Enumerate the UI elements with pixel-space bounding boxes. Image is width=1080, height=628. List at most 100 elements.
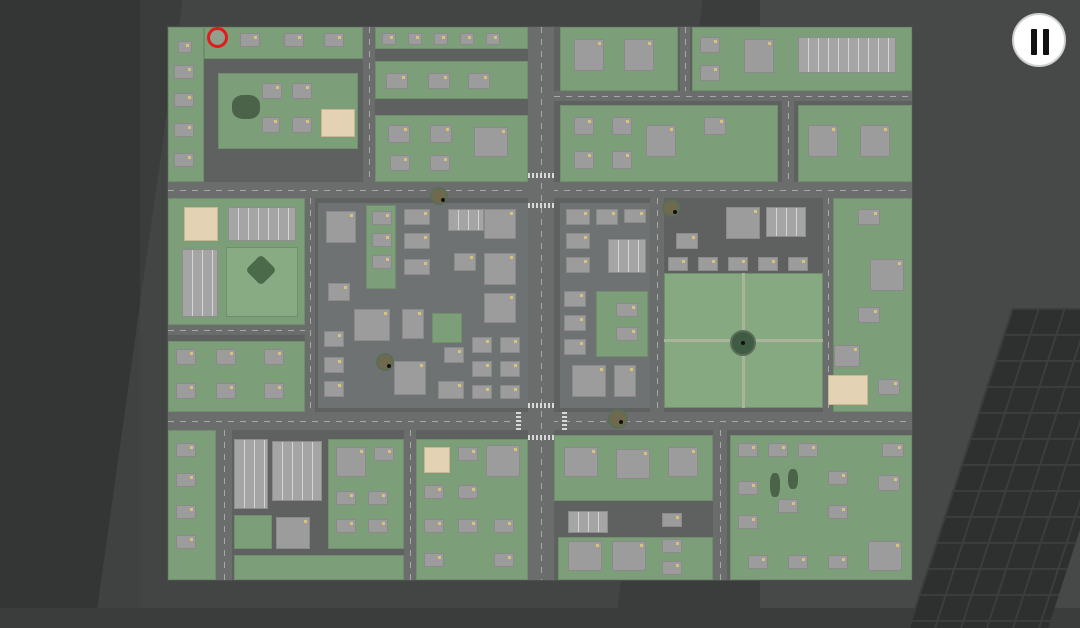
city-map[interactable]: [168, 27, 912, 580]
building: [858, 307, 880, 323]
building: [564, 315, 586, 331]
building: [424, 485, 444, 499]
building: [828, 505, 848, 519]
roundabout: [376, 353, 394, 371]
tree: [788, 469, 798, 489]
building: [484, 293, 516, 323]
building: [486, 445, 520, 477]
building: [284, 33, 304, 47]
road-vertical-east: [650, 198, 664, 412]
building: [882, 443, 904, 457]
building: [444, 347, 464, 363]
building: [878, 379, 900, 395]
building: [612, 151, 632, 169]
building: [176, 473, 196, 487]
building: [668, 447, 698, 477]
building: [868, 541, 902, 571]
player-location-marker[interactable]: [207, 27, 228, 48]
building: [324, 357, 344, 373]
road-vertical-north-1: [363, 27, 375, 182]
building: [324, 33, 344, 47]
building: [662, 561, 682, 575]
building: [424, 519, 444, 533]
building: [368, 519, 388, 533]
building: [738, 481, 758, 495]
building: [176, 349, 196, 365]
building: [178, 41, 192, 53]
building: [388, 125, 410, 143]
building: [372, 233, 392, 247]
building: [748, 555, 768, 569]
building: [566, 257, 590, 273]
building: [402, 309, 424, 339]
parking-lot: [568, 511, 608, 533]
building: [500, 337, 520, 353]
pause-button[interactable]: [1012, 13, 1066, 67]
building: [176, 383, 196, 399]
building: [574, 39, 604, 71]
parking-lot: [798, 37, 896, 73]
building: [372, 255, 392, 269]
building: [484, 253, 516, 285]
building: [454, 253, 476, 271]
building: [458, 447, 478, 461]
building: [176, 535, 196, 549]
building: [778, 499, 798, 513]
building: [662, 539, 682, 553]
building: [624, 209, 646, 223]
building: [394, 361, 426, 395]
building: [428, 73, 450, 89]
city-block: [234, 555, 404, 580]
building: [744, 39, 774, 73]
building: [574, 117, 594, 135]
road-vertical-north-3: [782, 101, 794, 182]
building: [698, 257, 718, 271]
building: [616, 449, 650, 479]
road-vertical-main: [528, 27, 554, 580]
sand-lot: [184, 207, 218, 241]
crosswalk: [528, 203, 554, 208]
crosswalk: [528, 403, 554, 408]
building: [174, 123, 194, 137]
building: [174, 65, 194, 79]
building: [336, 447, 366, 477]
sand-lot: [321, 109, 355, 137]
building: [564, 447, 598, 477]
parking-lot: [228, 207, 296, 241]
building: [860, 125, 890, 157]
building: [564, 339, 586, 355]
city-block: [375, 27, 528, 49]
building: [434, 33, 448, 45]
roundabout: [608, 409, 628, 429]
roundabout: [430, 187, 448, 205]
building: [424, 553, 444, 567]
building: [174, 93, 194, 107]
parking-lot: [766, 207, 806, 237]
building: [574, 151, 594, 169]
building: [458, 519, 478, 533]
building: [828, 471, 848, 485]
building: [264, 383, 284, 399]
tree: [232, 95, 260, 119]
building: [616, 327, 638, 341]
building: [408, 33, 422, 45]
building: [758, 257, 778, 271]
building: [216, 383, 236, 399]
building: [386, 73, 408, 89]
building: [494, 519, 514, 533]
building: [176, 443, 196, 457]
building: [468, 73, 490, 89]
parking-lot: [448, 209, 484, 231]
building: [324, 381, 344, 397]
building: [870, 259, 904, 291]
building: [676, 233, 698, 249]
building: [328, 283, 350, 301]
building: [566, 209, 590, 225]
building: [438, 381, 464, 399]
roundabout: [662, 199, 680, 217]
road-horizontal-upper-minor: [554, 91, 912, 101]
building: [262, 83, 282, 99]
building: [262, 117, 280, 133]
city-block: [234, 515, 272, 549]
building: [458, 485, 478, 499]
